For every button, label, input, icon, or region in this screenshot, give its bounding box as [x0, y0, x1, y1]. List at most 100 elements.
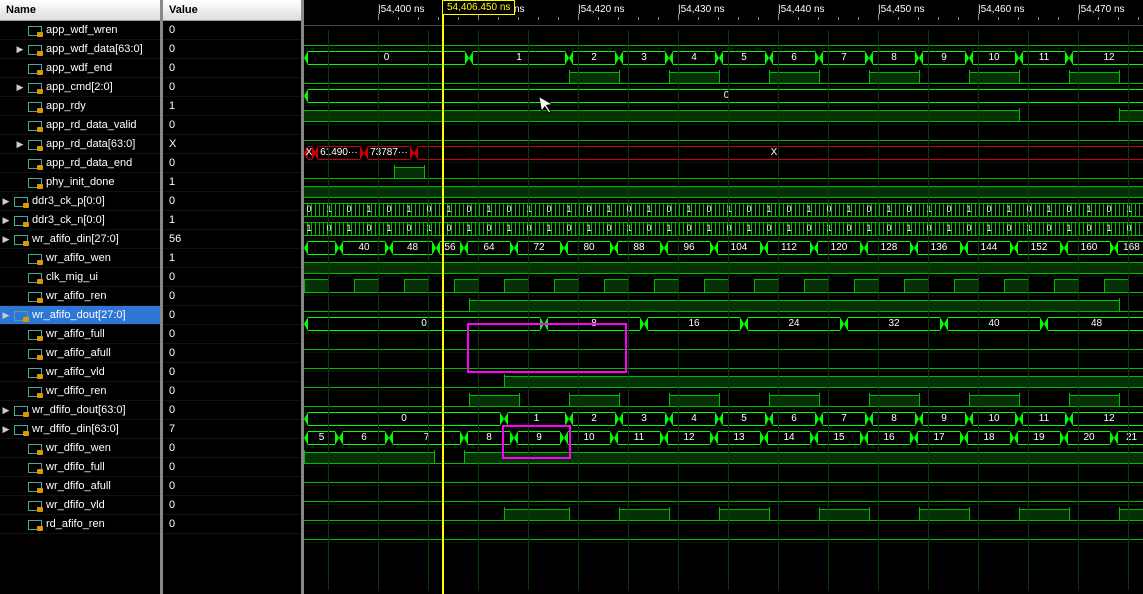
waveform-row[interactable] — [304, 334, 1143, 353]
signal-value: 0 — [163, 192, 301, 211]
ruler-tick: |54,470 ns — [1078, 4, 1143, 15]
waveform-row[interactable]: 1010101010101010101010101010101010101010… — [304, 220, 1143, 239]
signal-row-wr-dfifo-din-63-0-[interactable]: ▶ wr_dfifo_din[63:0] — [0, 420, 160, 439]
signal-row-app-cmd-2-0-[interactable]: ▶app_cmd[2:0] — [0, 78, 160, 97]
signal-row-app-rdy[interactable]: app_rdy — [0, 97, 160, 116]
bus-value: 1 — [534, 413, 540, 424]
signal-row-wr-dfifo-full[interactable]: wr_dfifo_full — [0, 458, 160, 477]
signal-value: 0 — [163, 59, 301, 78]
signal-value: 0 — [163, 515, 301, 534]
signal-label: phy_init_done — [46, 176, 115, 188]
bus-value: 16 — [688, 318, 699, 329]
expand-icon[interactable]: ▶ — [16, 82, 24, 93]
waveform-row[interactable] — [304, 353, 1143, 372]
bus-value: 0 — [384, 52, 390, 63]
waveform-row[interactable] — [304, 106, 1143, 125]
waveform-row[interactable]: 0123456789101112 — [304, 410, 1143, 429]
time-ruler[interactable]: |54,400 ns|54,410 ns|54,420 ns|54,430 ns… — [304, 0, 1143, 25]
bus-value: 12 — [683, 432, 694, 443]
bus-value: 32 — [888, 318, 899, 329]
bus-value: 10 — [583, 432, 594, 443]
waveform-row[interactable] — [304, 448, 1143, 467]
signal-row-ddr3-ck-n-0-0-[interactable]: ▶ddr3_ck_n[0:0] — [0, 211, 160, 230]
signal-icon — [28, 366, 42, 378]
bus-value: 2 — [591, 413, 597, 424]
signal-row-wr-dfifo-vld[interactable]: wr_dfifo_vld — [0, 496, 160, 515]
waveform-row[interactable] — [304, 505, 1143, 524]
waveform-row[interactable]: X61490···73787···X — [304, 144, 1143, 163]
signal-row-wr-afifo-vld[interactable]: wr_afifo_vld — [0, 363, 160, 382]
cursor-line[interactable] — [442, 0, 444, 594]
cursor-label[interactable]: 54,406.450 ns — [442, 0, 515, 15]
bus-value: 104 — [731, 242, 748, 253]
waveform-row[interactable]: 0101010101010101010101010101010101010101… — [304, 201, 1143, 220]
signal-row-clk-mig-ui[interactable]: clk_mig_ui — [0, 268, 160, 287]
signal-row-wr-afifo-afull[interactable]: wr_afifo_afull — [0, 344, 160, 363]
expand-icon[interactable]: ▶ — [2, 196, 10, 207]
expand-icon[interactable]: ▶ — [16, 44, 24, 55]
signal-row-wr-dfifo-wen[interactable]: wr_dfifo_wen — [0, 439, 160, 458]
signal-row-app-wdf-wren[interactable]: app_wdf_wren — [0, 21, 160, 40]
expand-icon[interactable]: ▶ — [2, 310, 10, 321]
signal-row-phy-init-done[interactable]: phy_init_done — [0, 173, 160, 192]
signal-value: 0 — [163, 268, 301, 287]
signal-row-wr-afifo-wen[interactable]: wr_afifo_wen — [0, 249, 160, 268]
signal-row-app-wdf-data-63-0-[interactable]: ▶app_wdf_data[63:0] — [0, 40, 160, 59]
expand-icon[interactable]: ▶ — [2, 405, 10, 416]
signal-value: X — [163, 135, 301, 154]
waveform-row[interactable]: 0 — [304, 87, 1143, 106]
expand-icon[interactable]: ▶ — [2, 234, 10, 245]
waveform-row[interactable]: 4048566472808896104112120128136144152160… — [304, 239, 1143, 258]
signal-row-app-wdf-end[interactable]: app_wdf_end — [0, 59, 160, 78]
signal-label: wr_dfifo_din[63:0] — [32, 423, 119, 435]
signal-row-wr-afifo-dout-27-0-[interactable]: ▶ wr_afifo_dout[27:0] — [0, 306, 160, 325]
signal-row-wr-afifo-din-27-0-[interactable]: ▶wr_afifo_din[27:0] — [0, 230, 160, 249]
ruler-tick: |54,440 ns — [778, 4, 878, 15]
bus-value: 24 — [788, 318, 799, 329]
waveform-row[interactable] — [304, 277, 1143, 296]
waveform-row[interactable] — [304, 68, 1143, 87]
waveform-row[interactable] — [304, 125, 1143, 144]
signal-row-wr-dfifo-afull[interactable]: wr_dfifo_afull — [0, 477, 160, 496]
waveform-row[interactable] — [304, 296, 1143, 315]
signal-icon — [28, 138, 42, 150]
expand-icon[interactable]: ▶ — [16, 139, 24, 150]
signal-row-app-rd-data-valid[interactable]: app_rd_data_valid — [0, 116, 160, 135]
waveform-row[interactable] — [304, 486, 1143, 505]
signal-row-wr-dfifo-ren[interactable]: wr_dfifo_ren — [0, 382, 160, 401]
waveform-row[interactable] — [304, 30, 1143, 49]
waveform-row[interactable]: 081624324048 — [304, 315, 1143, 334]
waveform-row[interactable] — [304, 163, 1143, 182]
bus-value: 80 — [583, 242, 594, 253]
waveform-row[interactable]: 0123456789101112 — [304, 49, 1143, 68]
signal-row-app-rd-data-end[interactable]: app_rd_data_end — [0, 154, 160, 173]
signal-value: 0 — [163, 363, 301, 382]
waveform-row[interactable] — [304, 258, 1143, 277]
signal-row-ddr3-ck-p-0-0-[interactable]: ▶ddr3_ck_p[0:0] — [0, 192, 160, 211]
signal-row-wr-afifo-full[interactable]: wr_afifo_full — [0, 325, 160, 344]
signal-label: app_wdf_end — [46, 62, 112, 74]
signal-label: wr_afifo_dout[27:0] — [32, 309, 126, 321]
highlight-box — [502, 425, 571, 459]
signal-row-wr-afifo-ren[interactable]: wr_afifo_ren — [0, 287, 160, 306]
waveform-area[interactable]: 54,406.450 ns |54,400 ns|54,410 ns|54,42… — [304, 0, 1143, 594]
signal-row-rd-afifo-ren[interactable]: rd_afifo_ren — [0, 515, 160, 534]
signal-row-wr-dfifo-dout-63-0-[interactable]: ▶wr_dfifo_dout[63:0] — [0, 401, 160, 420]
signal-label: wr_dfifo_wen — [46, 442, 111, 454]
signal-value: 0 — [163, 21, 301, 40]
waveform-row[interactable] — [304, 372, 1143, 391]
bus-value: 136 — [931, 242, 948, 253]
bus-value: 48 — [407, 242, 418, 253]
signal-row-app-rd-data-63-0-[interactable]: ▶app_rd_data[63:0] — [0, 135, 160, 154]
bus-value: 160 — [1081, 242, 1098, 253]
bus-value: 19 — [1033, 432, 1044, 443]
waveform-row[interactable] — [304, 467, 1143, 486]
bus-value: 0 — [421, 318, 427, 329]
signal-label: app_rd_data_valid — [46, 119, 137, 131]
expand-icon[interactable]: ▶ — [2, 215, 10, 226]
waveform-row[interactable] — [304, 524, 1143, 543]
waveform-row[interactable] — [304, 182, 1143, 201]
waveform-row[interactable] — [304, 391, 1143, 410]
expand-icon[interactable]: ▶ — [2, 424, 10, 435]
waveform-row[interactable]: 56789101112131415161718192021 — [304, 429, 1143, 448]
